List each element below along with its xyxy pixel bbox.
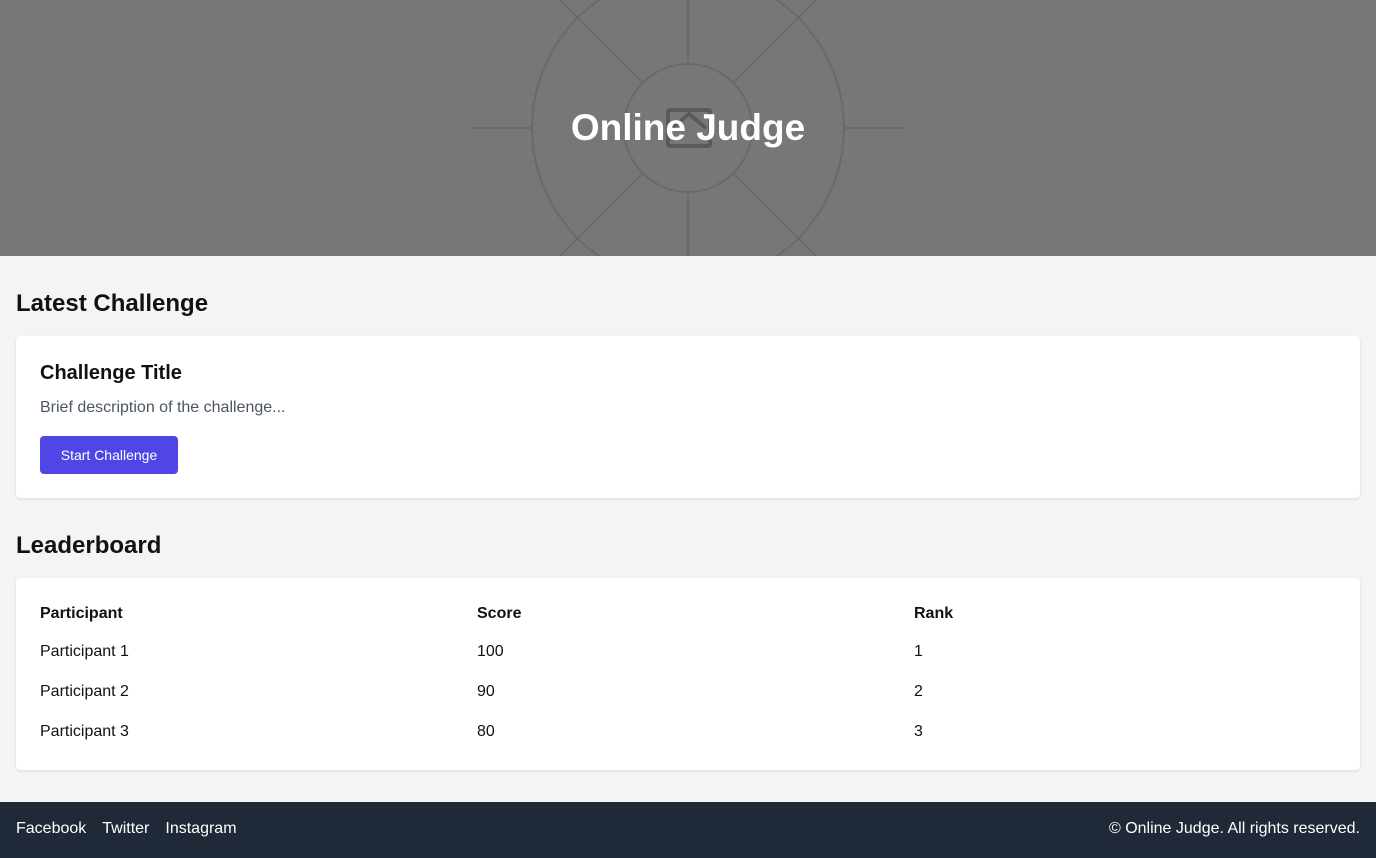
- table-row: Participant 2 90 2: [40, 672, 1352, 712]
- twitter-link[interactable]: Twitter: [102, 820, 149, 838]
- challenge-description: Brief description of the challenge...: [40, 399, 286, 416]
- table-row: Participant 1 100 1: [40, 632, 1352, 672]
- site-footer: Facebook Twitter Instagram © Online Judg…: [0, 802, 1376, 858]
- table-row: Participant 3 80 3: [40, 712, 1352, 752]
- social-links: Facebook Twitter Instagram: [16, 820, 237, 838]
- copyright-text: © Online Judge. All rights reserved.: [1108, 820, 1360, 837]
- rank-cell: 3: [914, 723, 923, 740]
- participant-cell: Participant 2: [40, 683, 129, 700]
- column-header-score: Score: [477, 605, 522, 622]
- rank-cell: 1: [914, 643, 923, 660]
- latest-challenge-heading: Latest Challenge: [16, 290, 209, 317]
- rank-cell: 2: [914, 683, 923, 700]
- instagram-link[interactable]: Instagram: [165, 820, 236, 838]
- score-cell: 80: [477, 723, 495, 740]
- participant-cell: Participant 3: [40, 723, 129, 740]
- site-title: Online Judge: [570, 107, 806, 148]
- leaderboard-table: Participant Score Rank Participant 1 100…: [40, 596, 1352, 752]
- challenge-card: Challenge Title Brief description of the…: [16, 336, 1360, 498]
- column-header-rank: Rank: [914, 605, 954, 622]
- leaderboard-card: Participant Score Rank Participant 1 100…: [16, 578, 1360, 770]
- challenge-title: Challenge Title: [40, 362, 182, 384]
- facebook-link[interactable]: Facebook: [16, 820, 86, 838]
- hero-banner: Online Judge: [0, 0, 1376, 256]
- leaderboard-heading: Leaderboard: [16, 532, 162, 559]
- start-challenge-button[interactable]: Start Challenge: [40, 436, 178, 474]
- participant-cell: Participant 1: [40, 643, 129, 660]
- score-cell: 90: [477, 683, 495, 700]
- score-cell: 100: [477, 643, 504, 660]
- column-header-participant: Participant: [40, 605, 123, 622]
- table-header-row: Participant Score Rank: [40, 596, 1352, 632]
